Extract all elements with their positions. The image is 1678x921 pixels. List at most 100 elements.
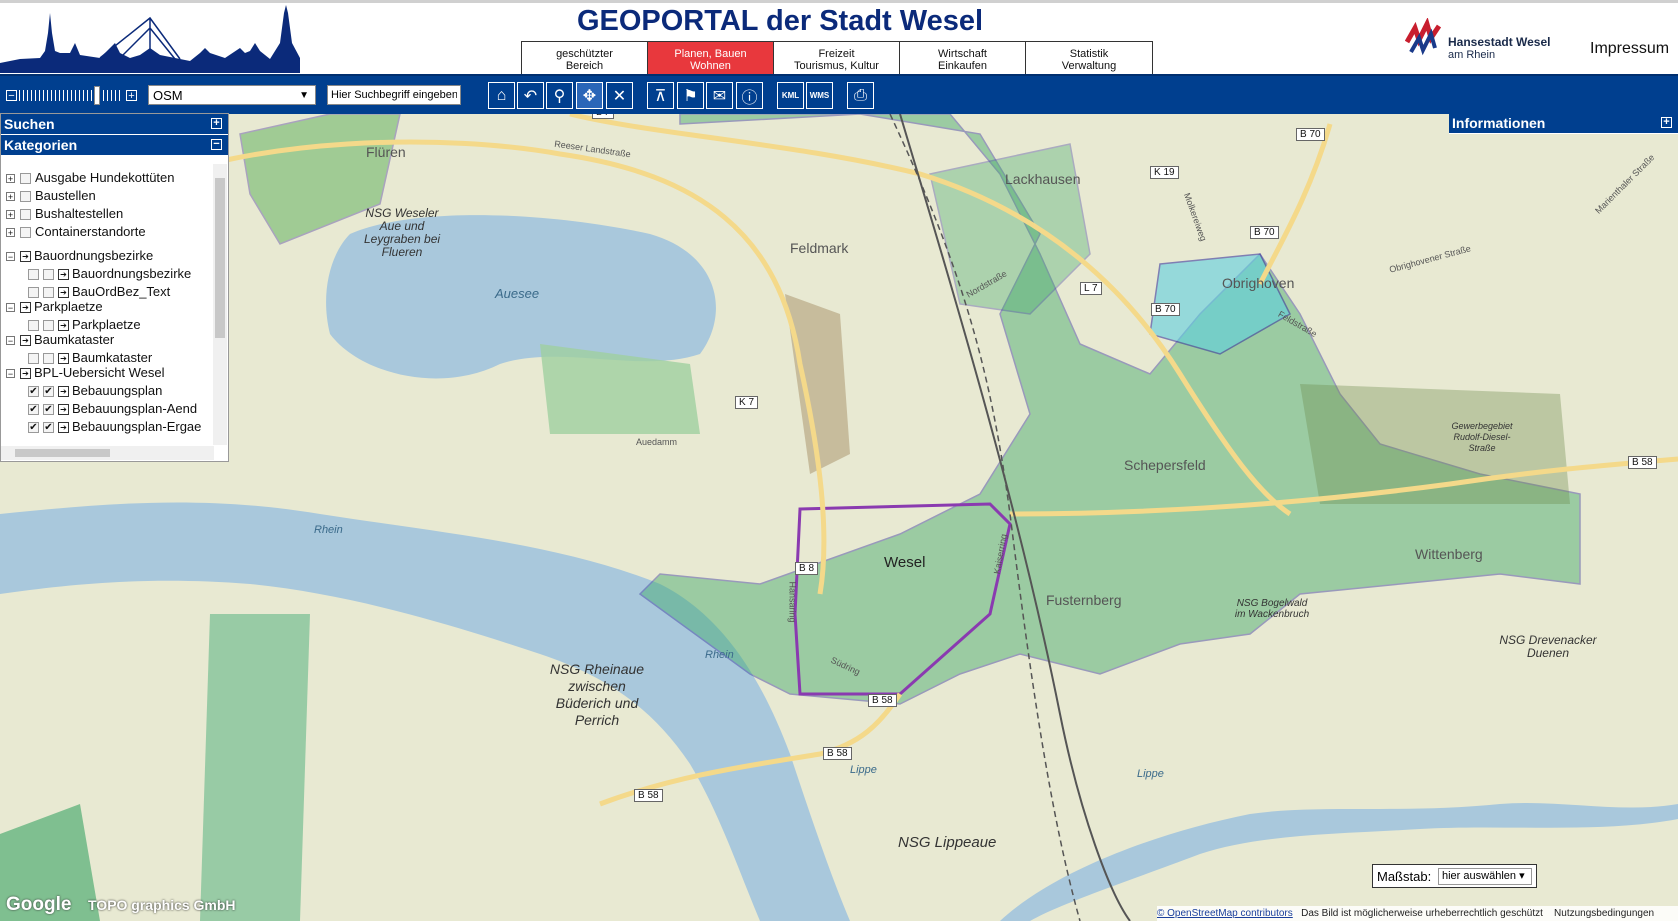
mail-button[interactable]: ✉: [706, 82, 733, 109]
layer-checkbox[interactable]: [20, 173, 31, 185]
arrow-icon[interactable]: ➔: [20, 368, 31, 380]
expand-icon[interactable]: +: [1661, 117, 1672, 128]
print-button[interactable]: ⎙: [847, 82, 874, 109]
layer-checkbox[interactable]: [28, 353, 39, 365]
tree-item[interactable]: ✔ ✔ ➔ Bebauungsplan: [28, 382, 162, 400]
zoom-out-button[interactable]: −: [6, 90, 17, 102]
layer-checkbox[interactable]: [28, 287, 39, 299]
zoom-icon: ⚲: [553, 87, 566, 105]
layer-checkbox[interactable]: [28, 269, 39, 281]
arrow-icon[interactable]: ➔: [58, 386, 69, 398]
zoom-in-button[interactable]: +: [126, 90, 137, 102]
osm-link[interactable]: © OpenStreetMap contributors: [1157, 908, 1293, 919]
tree-item-label: Baumkataster: [34, 332, 115, 347]
expand-icon[interactable]: +: [6, 210, 15, 220]
zoom-slider[interactable]: [19, 90, 123, 101]
collapse-icon[interactable]: −: [6, 303, 15, 313]
tree-item[interactable]: + Bushaltestellen: [6, 205, 123, 223]
layer-checkbox[interactable]: ✔: [28, 404, 39, 416]
collapse-icon[interactable]: −: [211, 139, 222, 150]
layer-checkbox[interactable]: ✔: [28, 422, 39, 434]
wms-button[interactable]: WMS: [806, 82, 833, 109]
info-button[interactable]: ⓘ: [736, 82, 763, 109]
tree-item[interactable]: + Baustellen: [6, 187, 96, 205]
arrow-icon[interactable]: ➔: [58, 320, 69, 332]
measure-button[interactable]: ⊼: [647, 82, 674, 109]
tab-freizeit[interactable]: Freizeit Tourismus, Kultur: [774, 42, 900, 76]
arrow-icon[interactable]: ➔: [20, 335, 31, 347]
clear-button[interactable]: ✕: [606, 82, 633, 109]
tree-item[interactable]: ✔ ✔ ➔ Bebauungsplan-Aend: [28, 400, 197, 418]
search-input[interactable]: [327, 85, 461, 105]
arrow-icon[interactable]: ➔: [20, 302, 31, 314]
tab-label-line2: Wohnen: [690, 60, 731, 72]
tree-item[interactable]: + Ausgabe Hundekottüten: [6, 169, 175, 187]
arrow-icon[interactable]: ➔: [58, 404, 69, 416]
zoom-slider-handle[interactable]: [94, 86, 100, 105]
nature-label-gewerbegebiet: Gewerbegebiet Rudolf-Diesel-Straße: [1451, 421, 1513, 453]
tab-wirtschaft[interactable]: Wirtschaft Einkaufen: [900, 42, 1026, 76]
kml-button[interactable]: KML: [777, 82, 804, 109]
road-shield-b70-3: B 70: [1250, 226, 1279, 239]
layer-checkbox[interactable]: [20, 191, 31, 203]
scale-select[interactable]: hier auswählen ▾: [1438, 868, 1532, 885]
collapse-icon[interactable]: −: [6, 369, 15, 379]
arrow-icon[interactable]: ➔: [20, 251, 31, 263]
layer-checkbox[interactable]: [43, 353, 54, 365]
back-button[interactable]: ↶: [517, 82, 544, 109]
layer-checkbox[interactable]: ✔: [28, 386, 39, 398]
scrollbar-thumb[interactable]: [15, 449, 110, 457]
layer-checkbox[interactable]: ✔: [43, 422, 54, 434]
pan-button[interactable]: ✥: [576, 82, 603, 109]
copyright-note: Das Bild ist möglicherweise urheberrecht…: [1301, 908, 1543, 919]
map-canvas[interactable]: Flüren Feldmark Lackhausen Obrighoven Sc…: [0, 114, 1678, 921]
tree-item[interactable]: ➔ Bauordnungsbezirke: [28, 265, 191, 283]
expand-icon[interactable]: +: [6, 192, 15, 202]
arrow-icon[interactable]: ➔: [58, 422, 69, 434]
flag-button[interactable]: ⚑: [677, 82, 704, 109]
page-title: GEOPORTAL der Stadt Wesel: [576, 5, 984, 37]
categories-panel-header[interactable]: Kategorien −: [1, 135, 228, 156]
expand-icon[interactable]: +: [211, 118, 222, 129]
tree-item-label: Baustellen: [35, 188, 96, 203]
street-label-auedamm: Auedamm: [636, 437, 678, 447]
tree-item[interactable]: − ➔ Bauordnungsbezirke: [6, 247, 153, 265]
tree-item[interactable]: − ➔ Baumkataster: [6, 331, 114, 349]
tree-item-label: Bauordnungsbezirke: [34, 248, 154, 263]
layer-checkbox[interactable]: [43, 320, 54, 332]
layer-checkbox[interactable]: [28, 320, 39, 332]
home-button[interactable]: ⌂: [488, 82, 515, 109]
collapse-icon[interactable]: −: [6, 336, 15, 346]
layer-checkbox[interactable]: ✔: [43, 404, 54, 416]
impressum-link[interactable]: Impressum: [1590, 40, 1669, 58]
layer-checkbox[interactable]: ✔: [43, 386, 54, 398]
layer-checkbox[interactable]: [20, 227, 31, 239]
arrow-icon[interactable]: ➔: [58, 353, 69, 365]
tab-statistik[interactable]: Statistik Verwaltung: [1026, 42, 1152, 76]
expand-icon[interactable]: +: [6, 174, 15, 184]
collapse-icon[interactable]: −: [6, 252, 15, 262]
tree-item[interactable]: − ➔ Parkplaetze: [6, 298, 103, 316]
layer-checkbox[interactable]: [43, 287, 54, 299]
scrollbar-thumb[interactable]: [215, 178, 225, 338]
layer-checkbox[interactable]: [20, 209, 31, 221]
expand-icon[interactable]: +: [6, 228, 15, 238]
tree-horizontal-scrollbar[interactable]: [1, 446, 214, 460]
tree-vertical-scrollbar[interactable]: [213, 164, 227, 445]
road-shield-l7: L 7: [592, 114, 614, 119]
tree-item[interactable]: + Containerstandorte: [6, 223, 146, 241]
tree-item-label: Bebauungsplan-Aend: [72, 401, 198, 416]
tab-planen-bauen-wohnen[interactable]: Planen, Bauen Wohnen: [648, 42, 774, 76]
base-layer-select[interactable]: OSM ▼: [148, 85, 316, 105]
terms-link[interactable]: Nutzungsbedingungen: [1554, 908, 1654, 919]
printer-icon: ⎙: [854, 86, 867, 104]
search-panel-header[interactable]: Suchen +: [1, 114, 228, 135]
arrow-icon[interactable]: ➔: [58, 287, 69, 299]
info-panel-header[interactable]: Informationen +: [1449, 113, 1678, 134]
tree-item[interactable]: ✔ ✔ ➔ Bebauungsplan-Ergae: [28, 418, 201, 436]
arrow-icon[interactable]: ➔: [58, 269, 69, 281]
zoom-tool-button[interactable]: ⚲: [546, 82, 573, 109]
layer-checkbox[interactable]: [43, 269, 54, 281]
tab-geschuetzter-bereich[interactable]: geschützter Bereich: [522, 42, 648, 76]
tree-item[interactable]: − ➔ BPL-Uebersicht Wesel: [6, 364, 165, 382]
